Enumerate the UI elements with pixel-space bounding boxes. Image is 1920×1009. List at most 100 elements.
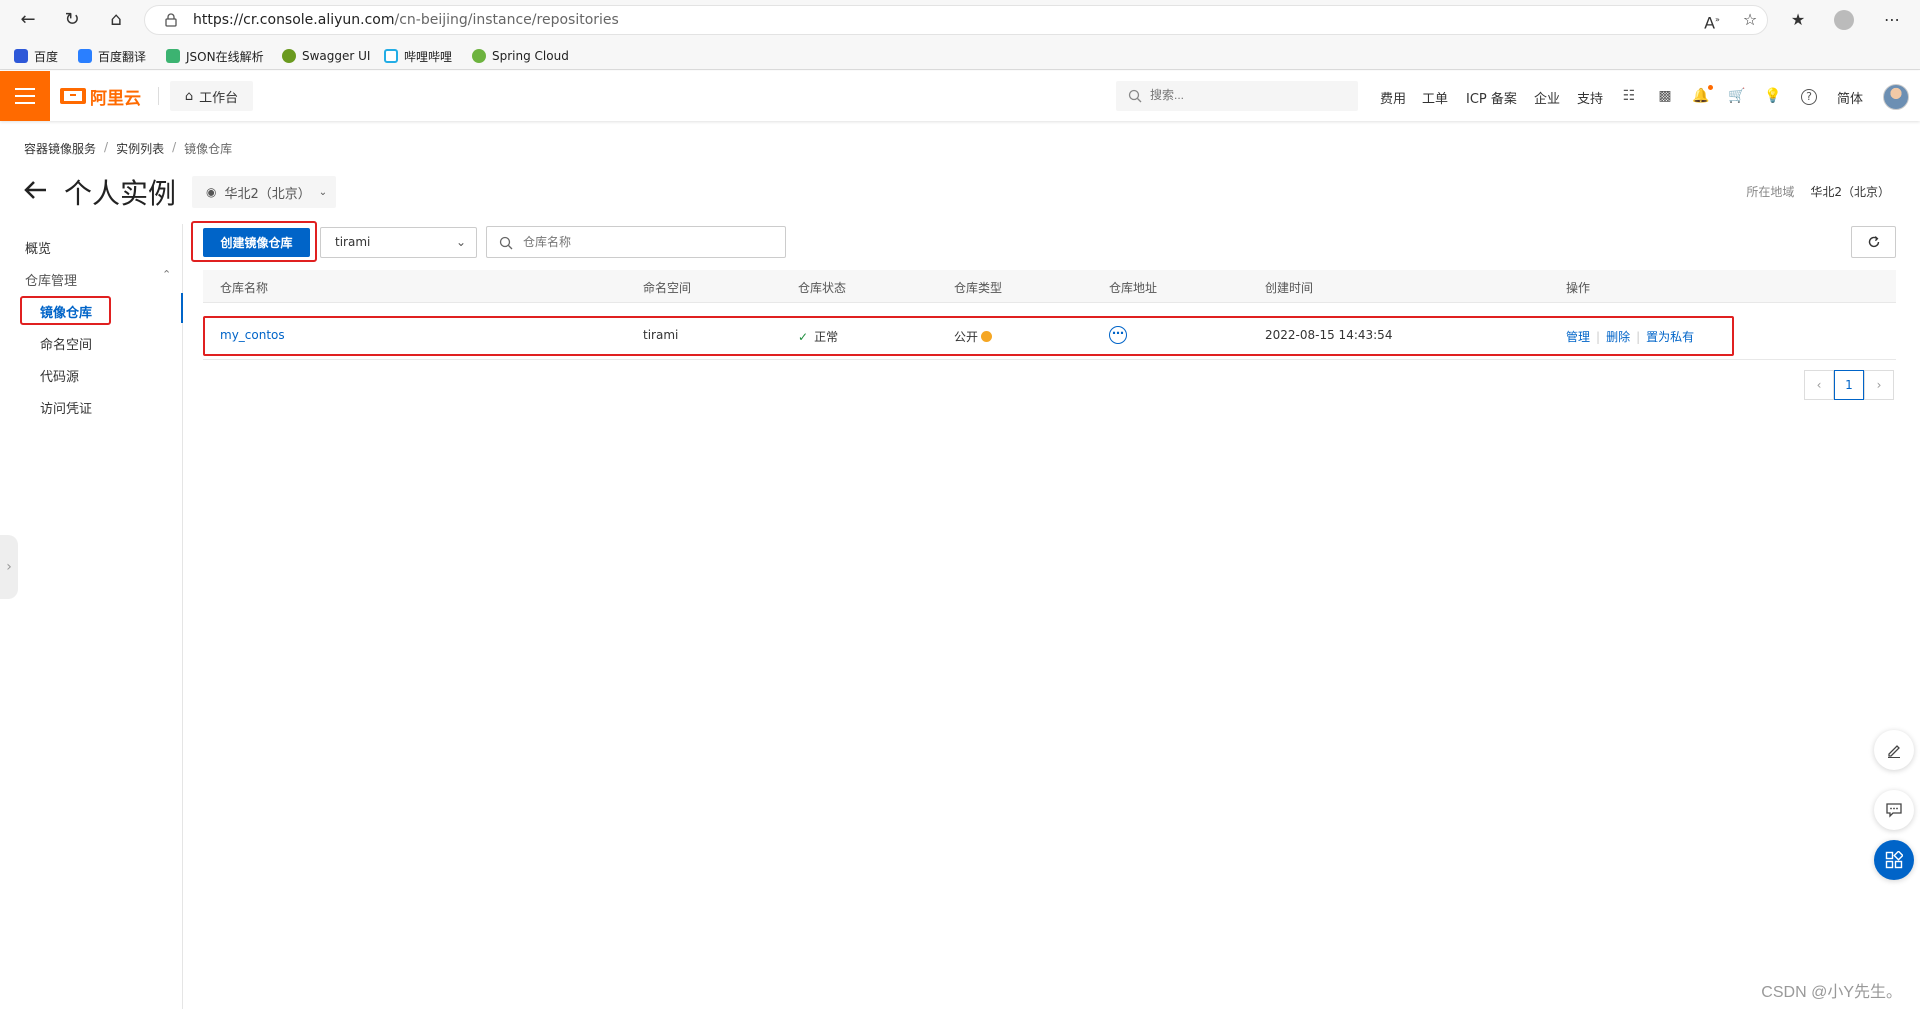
page-number[interactable]: 1 <box>1834 370 1864 400</box>
column-header: 操作 <box>1566 281 1591 295</box>
bookmark-label: 百度翻译 <box>98 49 147 64</box>
address-bar[interactable]: https://cr.console.aliyun.com/cn-beijing… <box>144 5 1768 35</box>
workbench-button[interactable]: ⌂ 工作台 <box>170 81 253 111</box>
workbench-label: 工作台 <box>199 90 239 106</box>
column-header: 创建时间 <box>1265 281 1314 295</box>
region-select-value: 华北2（北京） <box>224 186 311 202</box>
json-icon <box>166 49 180 63</box>
home-icon: ⌂ <box>184 88 194 104</box>
nav-support[interactable]: 支持 <box>1577 88 1603 107</box>
favorite-add-icon[interactable]: ☆ <box>1738 8 1762 32</box>
sidebar-item-credentials[interactable]: 访问凭证 <box>40 398 92 417</box>
refresh-button[interactable] <box>1851 226 1896 258</box>
namespace-select[interactable]: tirami ⌄ <box>320 227 477 258</box>
console-topbar: 阿里云 ⌂ 工作台 费用 工单 ICP 备案 企业 支持 ☷ ▩ 🔔 🛒 💡 ?… <box>0 71 1920 121</box>
apps-button[interactable] <box>1874 840 1914 880</box>
breadcrumb: 容器镜像服务 / 实例列表 / 镜像仓库 <box>24 140 232 157</box>
url-text: https://cr.console.aliyun.com/cn-beijing… <box>193 12 619 28</box>
column-header: 命名空间 <box>643 281 692 295</box>
sidebar-item-code-source[interactable]: 代码源 <box>40 366 79 385</box>
aliyun-logo[interactable]: 阿里云 <box>60 85 141 109</box>
logo-mark-icon <box>60 88 86 104</box>
refresh-icon <box>1868 236 1880 248</box>
table-header: 仓库名称 命名空间 仓库状态 仓库类型 仓库地址 创建时间 操作 <box>203 270 1896 303</box>
chat-button[interactable] <box>1874 790 1914 830</box>
code-icon[interactable]: ☷ <box>1620 87 1638 105</box>
reload-icon[interactable]: ↻ <box>60 8 84 32</box>
url-host: https://cr.console.aliyun.com <box>193 12 395 28</box>
bookmark-json[interactable]: JSON在线解析 <box>166 47 264 65</box>
sidebar-item-repositories[interactable]: 镜像仓库 <box>40 302 92 321</box>
global-search-input[interactable] <box>1150 88 1340 102</box>
chevron-down-icon: ⌄ <box>318 186 328 198</box>
notification-dot <box>1708 85 1713 90</box>
sidebar-item-namespaces[interactable]: 命名空间 <box>40 334 92 353</box>
namespace-select-value: tirami <box>335 235 371 249</box>
back-arrow-icon[interactable] <box>22 176 50 204</box>
global-search[interactable] <box>1116 81 1358 111</box>
repository-search-input[interactable] <box>523 235 773 249</box>
chevron-down-icon: ⌄ <box>455 235 466 249</box>
bookmark-label: 哔哩哔哩 <box>404 49 453 64</box>
edit-icon <box>1888 745 1900 758</box>
terminal-icon[interactable]: ▩ <box>1656 87 1674 105</box>
chevron-up-icon[interactable]: ⌃ <box>162 268 171 281</box>
avatar[interactable] <box>1883 84 1909 110</box>
bookmark-spring[interactable]: Spring Cloud <box>472 47 569 65</box>
read-aloud-icon[interactable]: A» <box>1700 8 1724 32</box>
bell-icon[interactable]: 🔔 <box>1692 87 1710 105</box>
home-icon[interactable]: ⌂ <box>104 8 128 32</box>
column-header: 仓库类型 <box>954 281 1003 295</box>
profile-icon[interactable] <box>1832 8 1856 32</box>
bookmarks-bar: 百度 百度翻译 JSON在线解析 Swagger UI 哔哩哔哩 Spring … <box>0 40 1920 70</box>
bookmark-baidu[interactable]: 百度 <box>14 47 58 65</box>
nav-fees[interactable]: 费用 <box>1380 88 1406 107</box>
divider <box>158 87 159 105</box>
breadcrumb-separator: / <box>104 140 109 154</box>
browser-toolbar: ← ↻ ⌂ https://cr.console.aliyun.com/cn-b… <box>0 0 1920 40</box>
feedback-button[interactable] <box>1874 730 1914 770</box>
nav-enterprise[interactable]: 企业 <box>1534 88 1560 107</box>
sidebar-expand-toggle[interactable]: › <box>0 535 18 599</box>
bookmark-fanyi[interactable]: 百度翻译 <box>78 47 146 65</box>
sidebar-group-repo-management[interactable]: 仓库管理 <box>25 270 77 289</box>
watermark-text: CSDN @小Y先生。 <box>1761 984 1902 1001</box>
cart-icon[interactable]: 🛒 <box>1728 87 1746 105</box>
prev-page-button[interactable]: ‹ <box>1804 370 1834 400</box>
breadcrumb-current: 镜像仓库 <box>184 142 233 156</box>
apps-grid-icon <box>1885 851 1903 869</box>
region-value: 华北2（北京） <box>1810 185 1890 199</box>
favorites-icon[interactable]: ★ <box>1786 8 1810 32</box>
back-icon[interactable]: ← <box>16 8 40 32</box>
lock-icon <box>165 13 177 27</box>
region-info: 所在地域 华北2（北京） <box>1746 183 1890 200</box>
menu-line <box>15 95 35 97</box>
help-icon[interactable]: ? <box>1800 87 1818 105</box>
nav-ticket[interactable]: 工单 <box>1422 88 1448 107</box>
language-switch[interactable]: 简体 <box>1837 88 1863 107</box>
logo-text: 阿里云 <box>90 88 141 109</box>
more-icon[interactable]: ⋯ <box>1880 8 1904 32</box>
bookmark-label: 百度 <box>34 49 59 64</box>
baidu-icon <box>14 49 28 63</box>
menu-line <box>15 88 35 90</box>
sidebar-item-overview[interactable]: 概览 <box>25 238 51 257</box>
nav-icp[interactable]: ICP 备案 <box>1466 88 1517 107</box>
create-repository-button[interactable]: 创建镜像仓库 <box>203 228 310 257</box>
spring-icon <box>472 49 486 63</box>
breadcrumb-item[interactable]: 容器镜像服务 <box>24 140 96 157</box>
column-header: 仓库名称 <box>220 281 269 295</box>
repository-search[interactable] <box>486 226 786 258</box>
bulb-icon[interactable]: 💡 <box>1764 87 1782 105</box>
translate-icon <box>78 49 92 63</box>
next-page-button[interactable]: › <box>1864 370 1894 400</box>
chat-icon <box>1886 803 1902 818</box>
column-header: 仓库状态 <box>798 281 847 295</box>
location-pin-icon: ◉ <box>206 185 217 199</box>
url-path: /cn-beijing/instance/repositories <box>394 12 619 28</box>
bookmark-swagger[interactable]: Swagger UI <box>282 47 370 65</box>
region-select[interactable]: ◉ 华北2（北京） ⌄ <box>192 176 336 208</box>
menu-button[interactable] <box>0 71 50 121</box>
breadcrumb-item[interactable]: 实例列表 <box>116 140 164 157</box>
bookmark-bilibili[interactable]: 哔哩哔哩 <box>384 47 452 65</box>
